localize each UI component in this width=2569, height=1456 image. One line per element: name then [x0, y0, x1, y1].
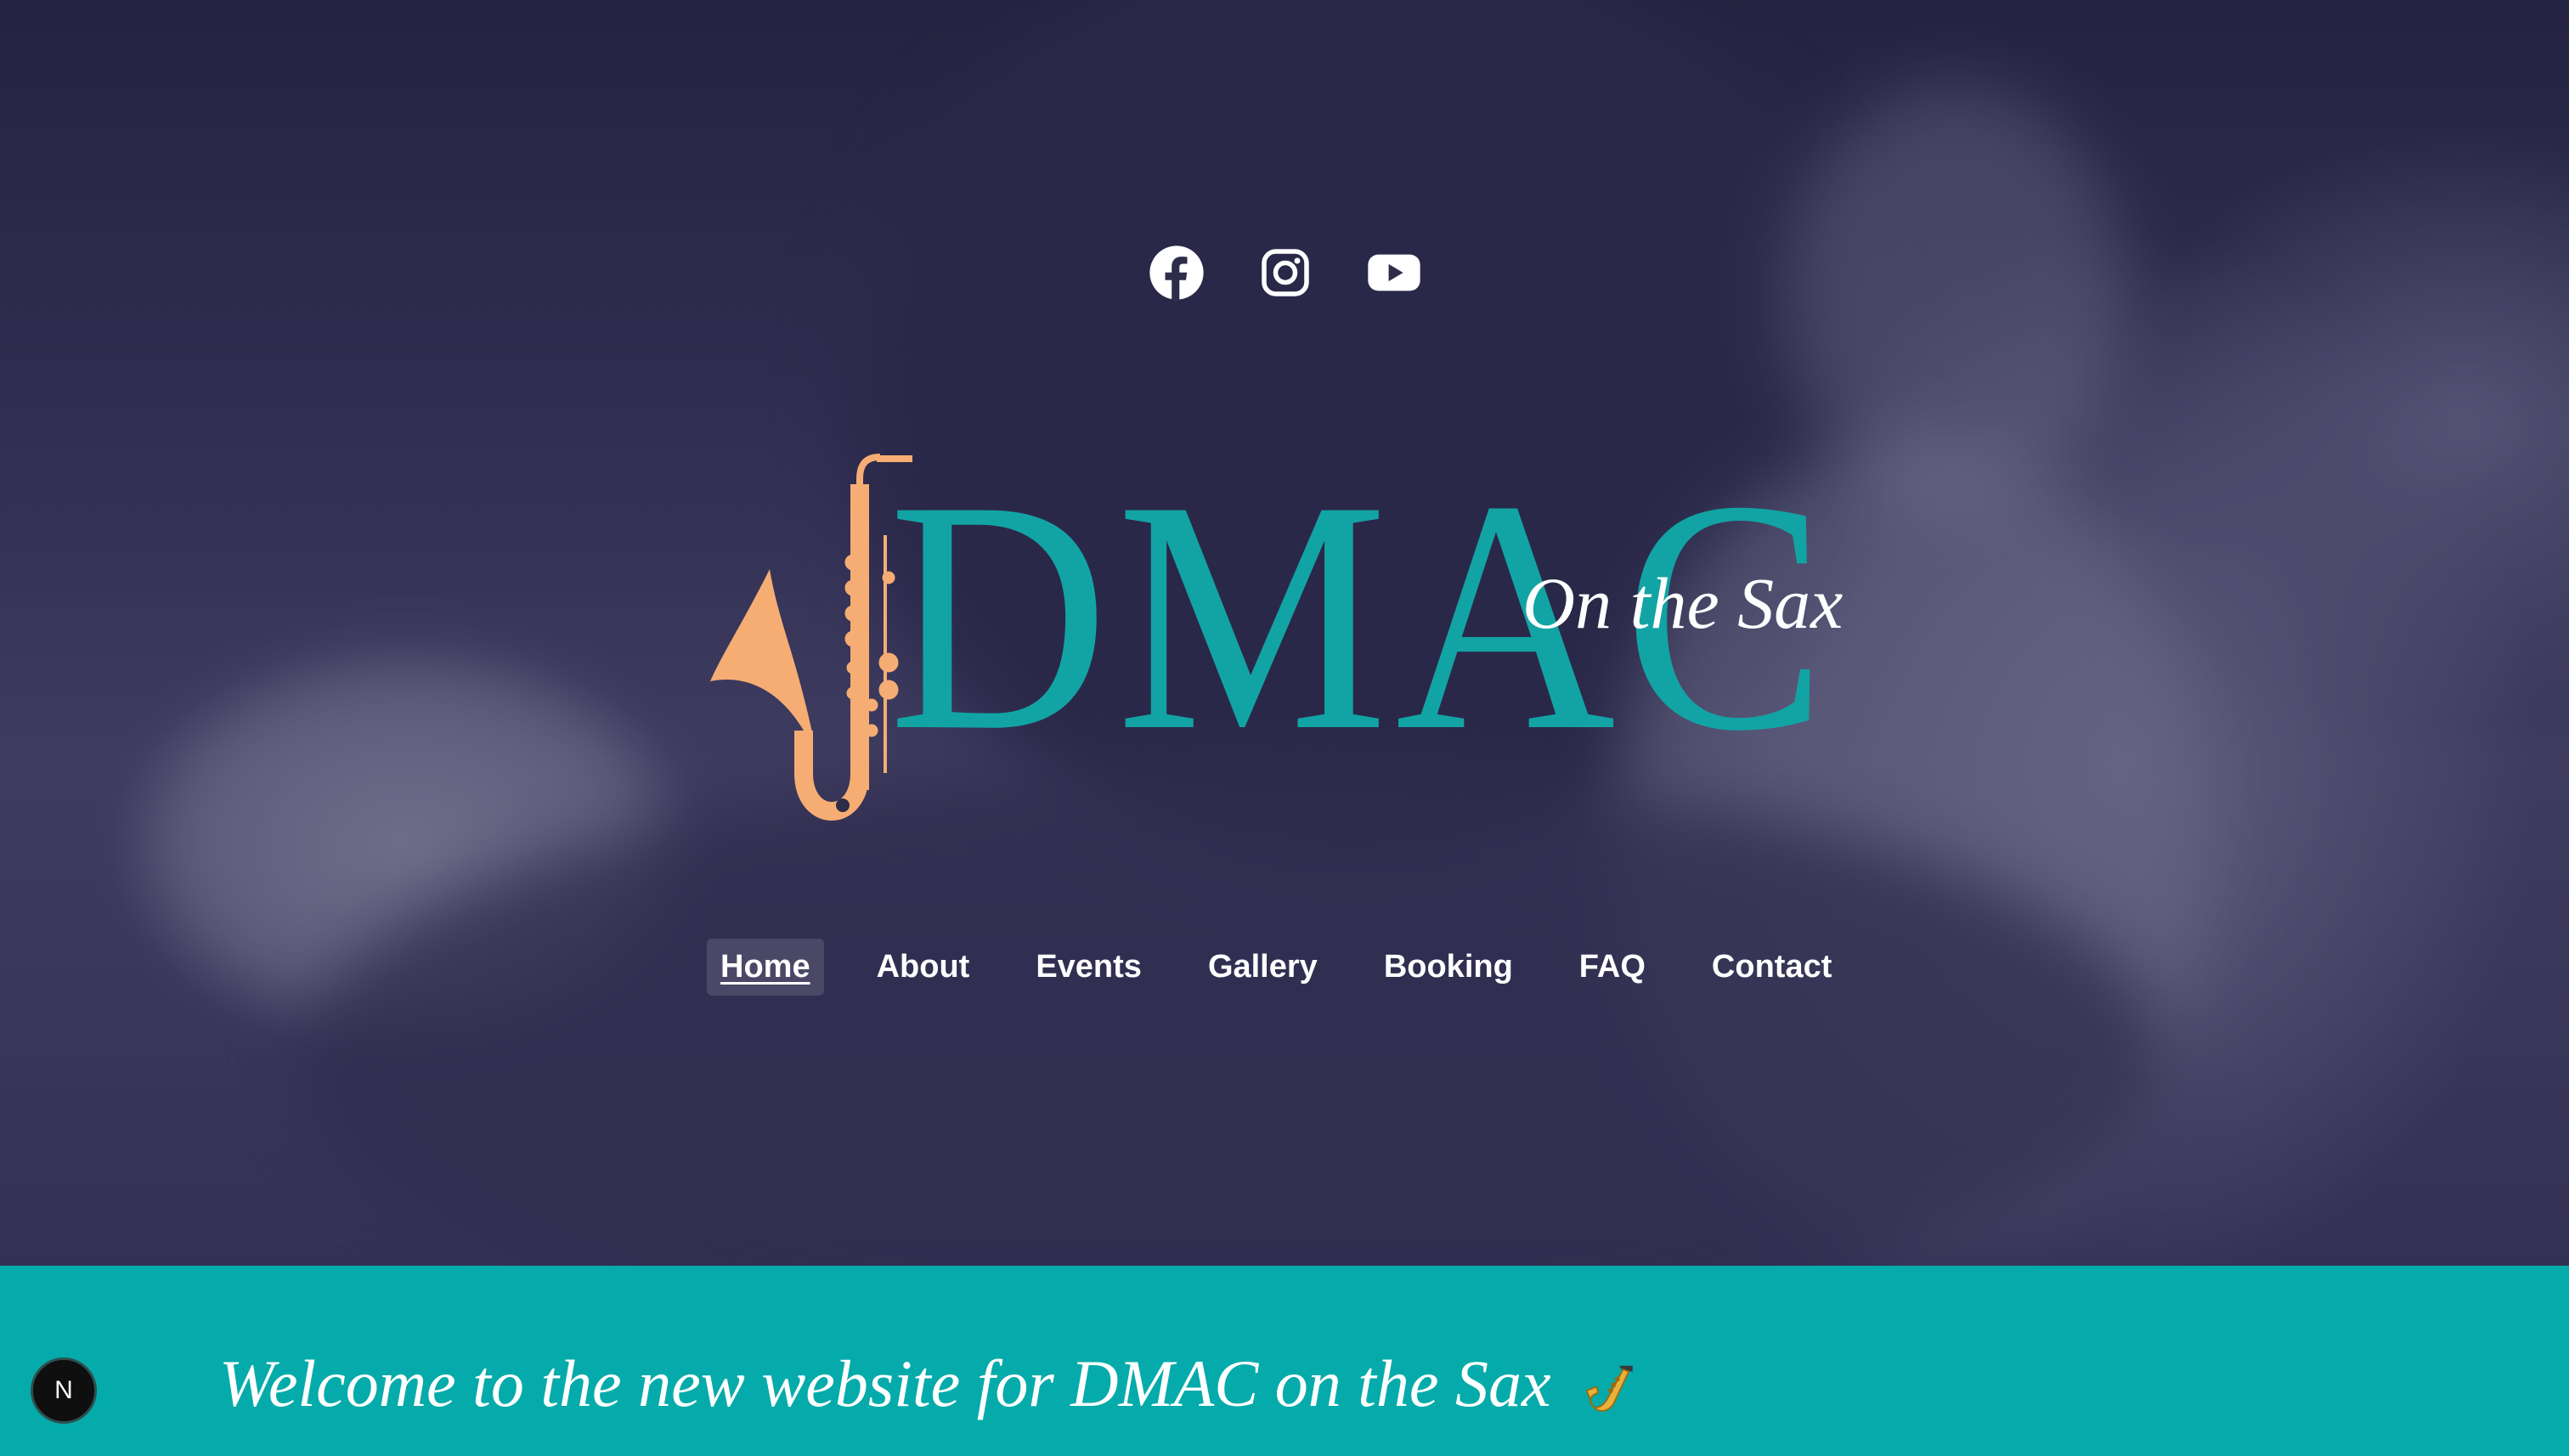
instagram-icon [1262, 249, 1309, 296]
youtube-icon [1368, 254, 1420, 291]
nav-item-events[interactable]: Events [1022, 939, 1155, 996]
welcome-text: Welcome to the new website for DMAC on t… [219, 1346, 1551, 1420]
nav-item-contact[interactable]: Contact [1698, 939, 1845, 996]
welcome-heading: Welcome to the new website for DMAC on t… [219, 1351, 1642, 1421]
nav-item-faq[interactable]: FAQ [1566, 939, 1659, 996]
site-logo[interactable]: DMAC On the Sax [710, 450, 1866, 841]
social-links [1149, 245, 1422, 301]
facebook-icon [1149, 245, 1204, 301]
nav-item-home[interactable]: Home [707, 938, 824, 996]
nav-item-booking[interactable]: Booking [1370, 939, 1527, 996]
facebook-link[interactable] [1149, 245, 1205, 301]
nav-item-gallery[interactable]: Gallery [1194, 939, 1331, 996]
nextjs-dev-badge[interactable]: N [31, 1357, 97, 1424]
nav-item-about[interactable]: About [863, 939, 984, 996]
main-nav: Home About Events Gallery Booking FAQ Co… [707, 937, 1874, 996]
instagram-link[interactable] [1257, 245, 1313, 301]
saxophone-emoji-icon [1585, 1365, 1633, 1412]
youtube-link[interactable] [1366, 245, 1422, 301]
nextjs-icon: N [54, 1376, 73, 1404]
page: DMAC On the Sax Home About Events Galler… [0, 0, 2569, 1456]
logo-tagline: On the Sax [1522, 562, 1843, 644]
welcome-banner: Welcome to the new website for DMAC on t… [0, 1266, 2569, 1456]
